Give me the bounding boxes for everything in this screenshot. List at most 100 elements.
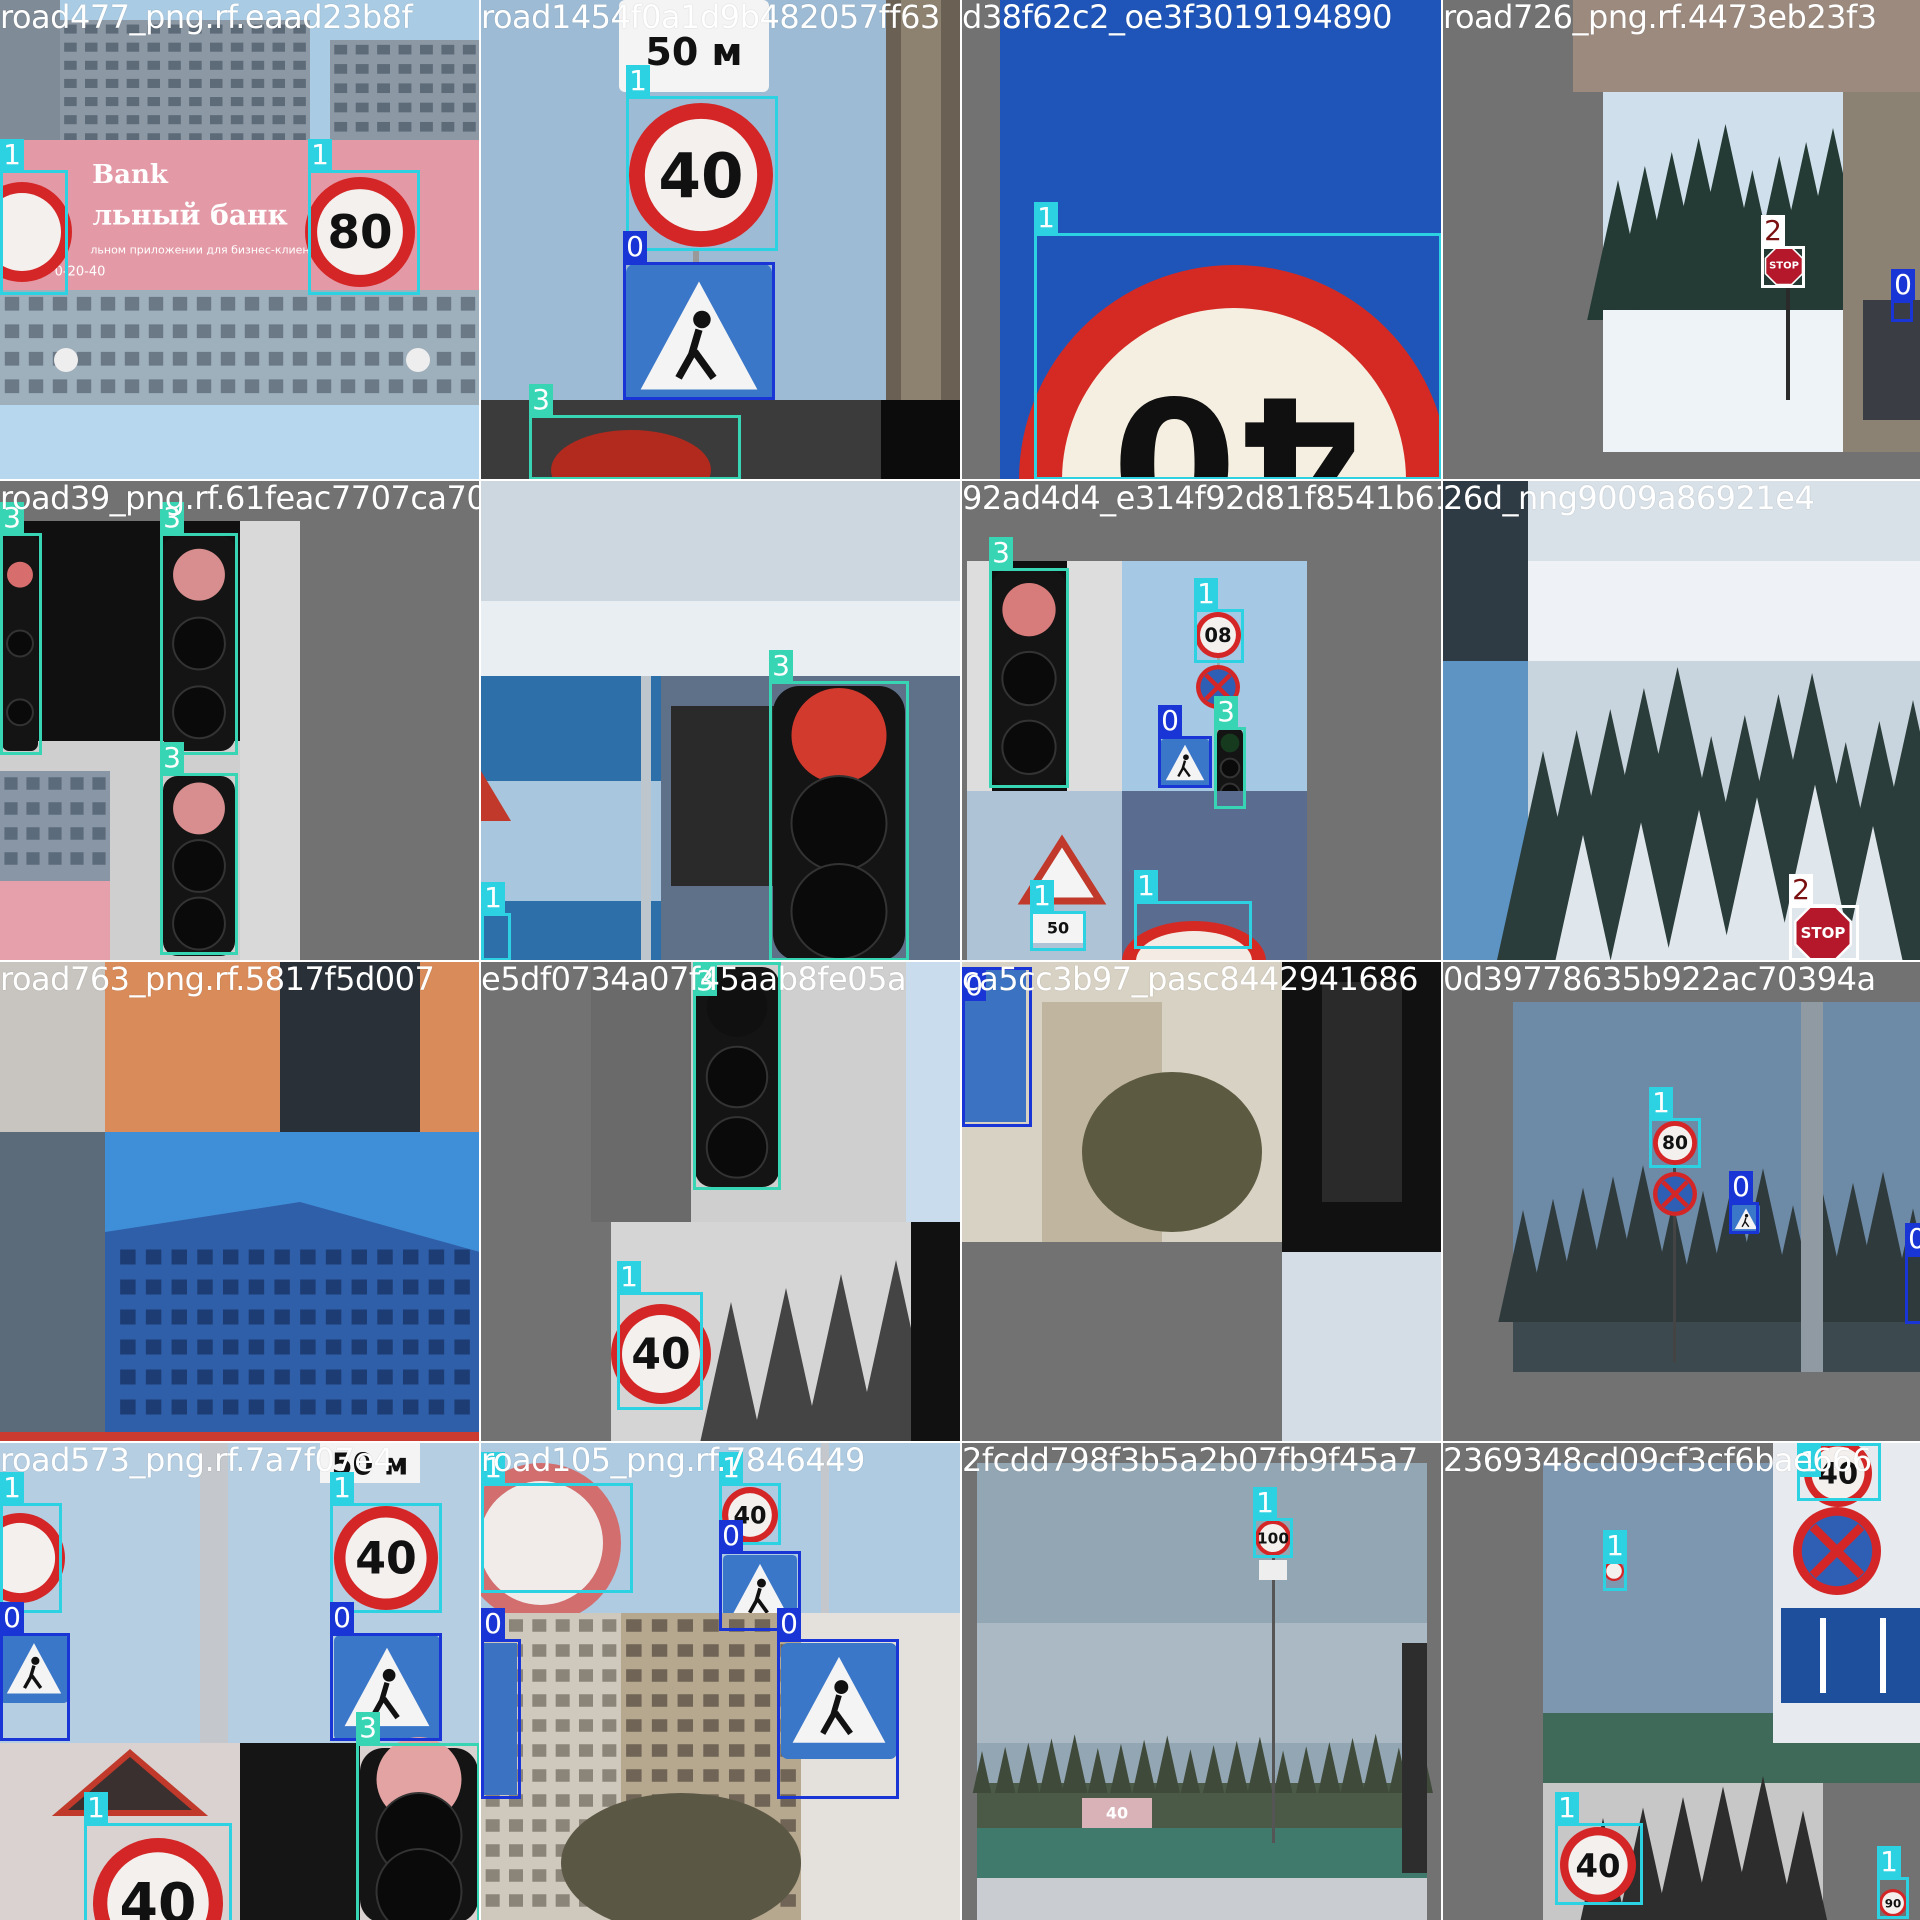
- detection-box: 1: [0, 139, 68, 295]
- tile-filename: road1454f0a1d9b482057ff63: [481, 0, 940, 36]
- class-label: 1: [1034, 202, 1058, 233]
- detection-box: 1: [0, 1472, 62, 1613]
- tile-filename: road726_png.rf.4473eb23f3: [1443, 0, 1877, 36]
- detection-box: 0: [1158, 705, 1212, 788]
- detection-box: 1: [1253, 1487, 1293, 1558]
- detection-box: 3: [989, 537, 1069, 788]
- svg-text:льный банк: льный банк: [92, 199, 287, 232]
- detection-box: 1: [617, 1261, 703, 1410]
- mosaic-tile: 100 40 1 2fcdd798f3b5a2b07fb9f45a7: [962, 1443, 1441, 1920]
- class-label: 1: [1134, 870, 1158, 901]
- detection-box: 0: [777, 1608, 899, 1799]
- mosaic-grid: Bank льный банк льном приложении для бизне…: [0, 0, 1920, 1920]
- detection-box: 3: [160, 502, 238, 755]
- detection-box: 3: [529, 384, 741, 479]
- detection-box: 0: [330, 1602, 442, 1741]
- detection-box: 0: [1891, 269, 1915, 322]
- class-label: 1: [1649, 1087, 1673, 1118]
- tile-filename: road105_png.rf.7846449: [481, 1443, 865, 1479]
- class-label: 0: [481, 1608, 505, 1639]
- tile-filename: 92ad4d4_e314f92d81f8541b61d8: [962, 481, 1441, 517]
- detection-box: 1: [1134, 870, 1252, 949]
- mosaic-tile: 80 1 0 0 0d39778635b922ac70394a: [1443, 962, 1920, 1441]
- class-label: 1: [626, 65, 650, 96]
- mosaic-tile: 40 3 1 e5df0734a07f45aab8fe05a: [481, 962, 960, 1441]
- class-label: 0: [1891, 269, 1915, 300]
- class-label: 1: [0, 139, 24, 170]
- tile-filename: d38f62c2_oe3f3019194890: [962, 0, 1392, 36]
- detection-box: 1: [626, 65, 778, 251]
- tile-photo: 80: [1443, 962, 1920, 1441]
- tile-filename: road477_png.rf.eaad23b8f: [0, 0, 413, 36]
- mosaic-tile: 0 ca5cc3b97_pasc8442941686: [962, 962, 1441, 1441]
- mosaic-tile: Bank льный банк льном приложении для бизне…: [0, 0, 479, 479]
- class-label: 3: [529, 384, 553, 415]
- class-label: 1: [1194, 578, 1218, 609]
- tile-filename: road39_png.rf.61feac7707ca70f8825933952c…: [0, 481, 479, 517]
- class-label: 1: [1253, 1487, 1277, 1518]
- detection-box: 3: [769, 650, 909, 960]
- class-label: 1: [84, 1792, 108, 1823]
- tile-photo: [0, 481, 479, 960]
- class-label: 1: [1555, 1792, 1579, 1823]
- class-label: 1: [617, 1261, 641, 1292]
- detection-box: 1: [308, 139, 420, 295]
- class-label: 1: [1877, 1846, 1901, 1877]
- detection-box: 1: [330, 1472, 442, 1613]
- tile-filename: road573_png.rf.7a7f07e4: [0, 1443, 394, 1479]
- class-label: 2: [1789, 874, 1813, 905]
- class-label: 3: [160, 742, 184, 773]
- detection-box: 1: [1034, 202, 1441, 479]
- tile-photo: [962, 962, 1441, 1441]
- svg-text:40: 40: [1106, 1804, 1128, 1823]
- detection-box: 3: [160, 742, 238, 955]
- tile-photo: STOP: [1443, 0, 1920, 479]
- detection-box: 0: [1729, 1171, 1759, 1234]
- mosaic-tile: 40 40 90 1 1 1 1 2369348cd09cf3cf6bae666: [1443, 1443, 1920, 1920]
- class-label: 0: [1158, 705, 1182, 736]
- tile-photo: 10040: [962, 1443, 1441, 1920]
- tile-filename: e5df0734a07f45aab8fe05a: [481, 962, 907, 998]
- detection-box: 3: [356, 1712, 479, 1920]
- detection-box: 2: [1761, 215, 1805, 288]
- class-label: 1: [481, 882, 505, 913]
- mosaic-tile: STOP 2 26d_nng9009a86921e4: [1443, 481, 1920, 960]
- detection-box: 0: [0, 1602, 70, 1741]
- mosaic-tile: 40 1 1 0 0 0 road105_png.rf.7846449: [481, 1443, 960, 1920]
- class-label: 2: [1761, 215, 1785, 246]
- mosaic-tile: 50 м 40 40 1 1 0 0 1 3 road573_png.rf.7a7f07e4: [0, 1443, 479, 1920]
- mosaic-tile: road763_png.rf.5817f5d007: [0, 962, 479, 1441]
- class-label: 1: [308, 139, 332, 170]
- detection-box: 2: [1789, 874, 1859, 960]
- detection-box: 0: [481, 1608, 521, 1799]
- tile-filename: 2369348cd09cf3cf6bae666: [1443, 1443, 1872, 1479]
- svg-text:льном приложении для бизнес-кл: льном приложении для бизнес-клиен: [90, 244, 309, 257]
- class-label: 0: [719, 1520, 743, 1551]
- tile-filename: 2fcdd798f3b5a2b07fb9f45a7: [962, 1443, 1418, 1479]
- mosaic-tile: STOP 2 0 road726_png.rf.4473eb23f3: [1443, 0, 1920, 479]
- detection-box: 1: [481, 882, 511, 960]
- detection-box: 0: [1905, 1223, 1920, 1324]
- detection-box: 1: [1030, 880, 1086, 951]
- class-label: 1: [1030, 880, 1054, 911]
- mosaic-tile: 08 50 3 1 0 3 1 1 92ad4d4_e314f92d81f8541b61d8: [962, 481, 1441, 960]
- detection-box: 1: [1603, 1530, 1627, 1591]
- tile-filename: ca5cc3b97_pasc8442941686: [962, 962, 1418, 998]
- class-label: 3: [1214, 696, 1238, 727]
- class-label: 3: [769, 650, 793, 681]
- class-label: 0: [1905, 1223, 1920, 1254]
- class-label: 0: [777, 1608, 801, 1639]
- tile-filename: 0d39778635b922ac70394a: [1443, 962, 1876, 998]
- mosaic-tile: 31: [481, 481, 960, 960]
- detection-box: 1: [1877, 1846, 1909, 1919]
- detection-box: 1: [1555, 1792, 1643, 1905]
- detection-box: 1: [1649, 1087, 1701, 1168]
- class-label: 3: [989, 537, 1013, 568]
- detection-box: 1: [84, 1792, 232, 1920]
- class-label: 3: [356, 1712, 380, 1743]
- class-label: 0: [0, 1602, 24, 1633]
- detection-box: 1: [1194, 578, 1244, 663]
- mosaic-tile: 50 м 40 1 0 3 road1454f0a1d9b482057ff63: [481, 0, 960, 479]
- class-label: 0: [330, 1602, 354, 1633]
- class-label: 1: [1603, 1530, 1627, 1561]
